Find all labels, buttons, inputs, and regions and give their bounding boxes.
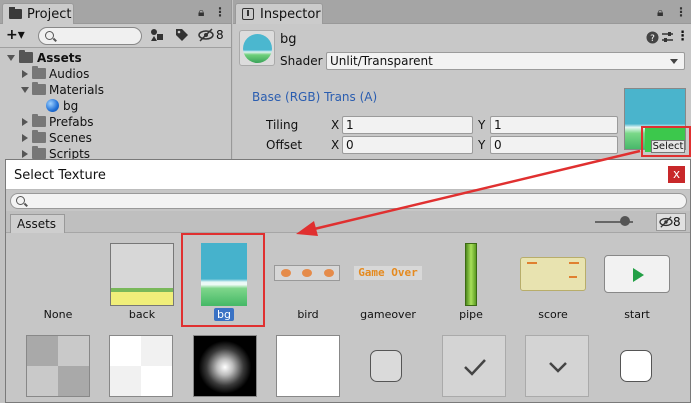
annotation-arrow bbox=[296, 149, 641, 236]
